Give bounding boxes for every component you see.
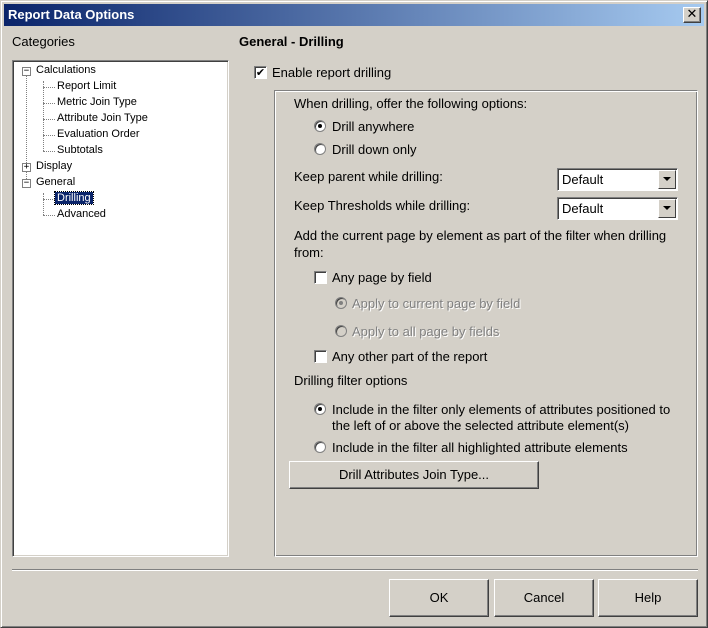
tree-connector: [43, 103, 55, 104]
tree-item-metric-join-type[interactable]: Metric Join Type: [57, 96, 137, 108]
any-page-by-field-checkbox[interactable]: [314, 271, 327, 284]
keep-thresholds-value: Default: [562, 201, 604, 216]
help-button[interactable]: Help: [598, 579, 698, 617]
apply-all-page-radio: [335, 325, 347, 337]
keep-thresholds-select[interactable]: Default: [557, 197, 678, 220]
chevron-down-icon[interactable]: [658, 199, 676, 218]
any-page-by-field-label[interactable]: Any page by field: [332, 270, 432, 285]
include-highlighted-label[interactable]: Include in the filter all highlighted at…: [332, 440, 628, 455]
any-other-part-label[interactable]: Any other part of the report: [332, 349, 487, 364]
keep-parent-label: Keep parent while drilling:: [294, 169, 443, 184]
drill-attributes-join-type-label: Drill Attributes Join Type...: [338, 467, 490, 482]
radio-dot: [339, 301, 343, 305]
include-left-above-label[interactable]: Include in the filter only elements of a…: [332, 402, 687, 434]
collapse-calculations-icon[interactable]: −: [22, 67, 31, 76]
tree-item-display[interactable]: Display: [36, 160, 72, 172]
radio-dot: [318, 407, 322, 411]
drill-down-only-radio[interactable]: [314, 143, 326, 155]
keep-parent-select[interactable]: Default: [557, 168, 678, 191]
drill-down-only-label[interactable]: Drill down only: [332, 142, 417, 157]
window-title: Report Data Options: [8, 7, 135, 22]
drill-anywhere-radio[interactable]: [314, 120, 326, 132]
expand-display-icon[interactable]: +: [22, 163, 31, 172]
tree-connector: [43, 135, 55, 136]
dialog-window: Report Data Options ✕ Categories − Calcu…: [0, 0, 708, 628]
tree-item-report-limit[interactable]: Report Limit: [57, 80, 116, 92]
tree-item-drilling[interactable]: Drilling: [54, 191, 94, 205]
ok-button[interactable]: OK: [389, 579, 489, 617]
help-label: Help: [634, 590, 662, 605]
tree-item-general[interactable]: General: [36, 176, 75, 188]
title-bar[interactable]: Report Data Options ✕: [4, 4, 704, 26]
drilling-filter-options-label: Drilling filter options: [294, 373, 408, 388]
tree-item-subtotals[interactable]: Subtotals: [57, 144, 103, 156]
apply-current-page-radio: [335, 297, 347, 309]
tree-connector: [43, 199, 55, 200]
tree-item-advanced[interactable]: Advanced: [57, 208, 106, 220]
tree-item-attribute-join-type[interactable]: Attribute Join Type: [57, 112, 148, 124]
cancel-button[interactable]: Cancel: [494, 579, 594, 617]
tree-connector: [43, 87, 55, 88]
radio-dot: [318, 124, 322, 128]
apply-all-page-label: Apply to all page by fields: [352, 324, 500, 339]
apply-current-page-label: Apply to current page by field: [352, 296, 521, 311]
tree-item-calculations[interactable]: Calculations: [36, 64, 96, 76]
cancel-label: Cancel: [523, 590, 565, 605]
tree-connector: [43, 215, 55, 216]
drill-attributes-join-type-button[interactable]: Drill Attributes Join Type...: [289, 461, 539, 489]
keep-thresholds-label: Keep Thresholds while drilling:: [294, 198, 471, 213]
chevron-down-icon[interactable]: [658, 170, 676, 189]
tree-connector: [43, 81, 44, 151]
categories-label: Categories: [12, 34, 75, 49]
page-by-label: Add the current page by element as part …: [294, 228, 667, 260]
drill-anywhere-label[interactable]: Drill anywhere: [332, 119, 414, 134]
footer-separator: [12, 569, 698, 571]
ok-label: OK: [429, 590, 449, 605]
tree-connector: [43, 193, 44, 215]
keep-parent-value: Default: [562, 172, 604, 187]
enable-drilling-label[interactable]: Enable report drilling: [272, 65, 391, 80]
collapse-general-icon[interactable]: −: [22, 179, 31, 188]
tree-connector: [43, 119, 55, 120]
close-button[interactable]: ✕: [683, 7, 701, 23]
include-highlighted-radio[interactable]: [314, 441, 326, 453]
category-tree[interactable]: − Calculations Report Limit Metric Join …: [12, 60, 229, 557]
include-left-above-radio[interactable]: [314, 403, 326, 415]
tree-connector: [43, 151, 55, 152]
any-other-part-checkbox[interactable]: [314, 350, 327, 363]
tree-item-evaluation-order[interactable]: Evaluation Order: [57, 128, 140, 140]
enable-drilling-checkbox[interactable]: ✔: [254, 66, 267, 79]
page-title: General - Drilling: [239, 34, 344, 49]
close-icon: ✕: [686, 7, 698, 22]
offer-options-label: When drilling, offer the following optio…: [294, 96, 528, 111]
